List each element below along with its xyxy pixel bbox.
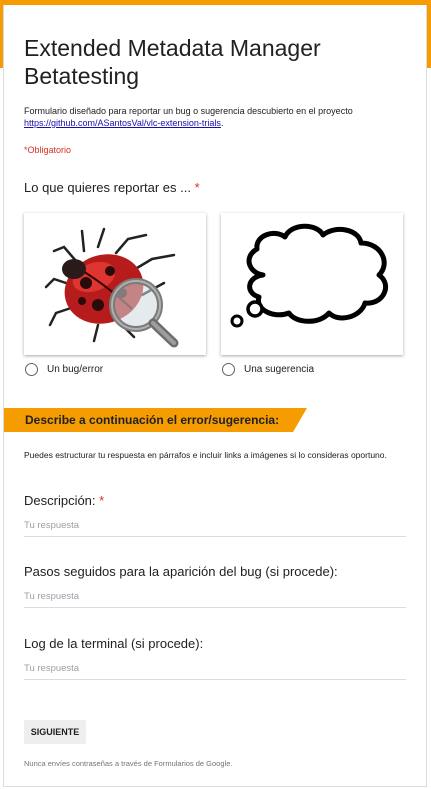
question-title-text: Lo que quieres reportar es ...	[24, 180, 191, 195]
option-suggestion[interactable]: Una sugerencia	[222, 363, 314, 376]
form-description-end: .	[220, 118, 224, 128]
thought-bubble-image	[230, 223, 388, 328]
required-asterisk: *	[99, 493, 105, 508]
log-answer-input[interactable]	[24, 663, 406, 680]
form-description-text: Formulario diseñado para reportar un bug…	[24, 106, 353, 116]
form-title: Extended Metadata Manager Betatesting	[24, 35, 321, 89]
choice-card-bug[interactable]	[24, 213, 206, 355]
required-note: *Obligatorio	[24, 145, 72, 155]
description-answer-input[interactable]	[24, 520, 406, 537]
next-button[interactable]: SIGUIENTE	[24, 720, 86, 744]
choice-card-suggestion[interactable]	[221, 213, 403, 355]
section-header: Describe a continuación el error/sugeren…	[4, 408, 307, 432]
form-description: Formulario diseñado para reportar un bug…	[24, 105, 414, 129]
option-bug[interactable]: Un bug/error	[25, 363, 103, 376]
option-label: Una sugerencia	[244, 364, 315, 375]
password-warning-note: Nunca envíes contraseñas a través de For…	[24, 759, 233, 768]
form-card: Extended Metadata Manager Betatesting Fo…	[3, 5, 427, 787]
radio-button[interactable]	[222, 363, 235, 376]
bug-magnifier-image	[44, 221, 179, 349]
question-steps-title: Pasos seguidos para la aparición del bug…	[24, 564, 338, 579]
question-title-text: Descripción:	[24, 493, 96, 508]
question-report-type-title: Lo que quieres reportar es ... *	[24, 180, 200, 195]
steps-answer-input[interactable]	[24, 591, 406, 608]
option-label: Un bug/error	[47, 364, 104, 375]
project-link[interactable]: https://github.com/ASantosVal/vlc-extens…	[24, 118, 221, 128]
question-log-title: Log de la terminal (si procede):	[24, 636, 204, 651]
section-description: Puedes estructurar tu respuesta en párra…	[24, 450, 387, 460]
question-description-title: Descripción: *	[24, 493, 104, 508]
section-title: Describe a continuación el error/sugeren…	[25, 413, 280, 427]
required-asterisk: *	[194, 180, 200, 195]
radio-button[interactable]	[25, 363, 38, 376]
